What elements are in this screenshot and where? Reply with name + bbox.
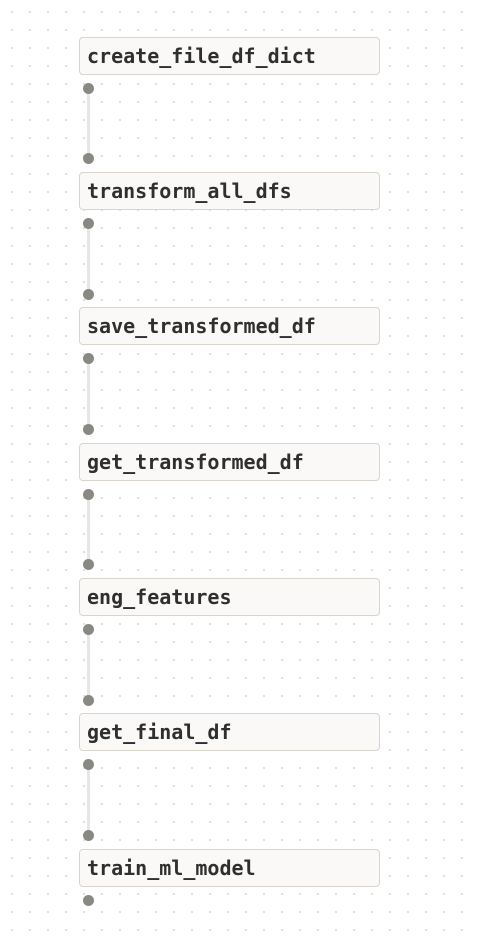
edge-get-transformed-to-eng: [87, 499, 90, 561]
input-port[interactable]: [83, 289, 94, 300]
node-label: transform_all_dfs: [87, 179, 292, 203]
edge-final-to-train: [87, 769, 90, 832]
output-port[interactable]: [83, 895, 94, 906]
edge-eng-to-final: [87, 634, 90, 696]
edge-save-to-get-transformed: [87, 363, 90, 426]
output-port[interactable]: [83, 353, 94, 364]
node-label: get_final_df: [87, 720, 232, 744]
output-port[interactable]: [83, 759, 94, 770]
node-save-transformed-df[interactable]: save_transformed_df: [79, 307, 380, 345]
edge-transform-to-save: [87, 228, 90, 290]
input-port[interactable]: [83, 153, 94, 164]
node-eng-features[interactable]: eng_features: [79, 578, 380, 616]
node-label: get_transformed_df: [87, 450, 304, 474]
input-port[interactable]: [83, 695, 94, 706]
node-get-transformed-df[interactable]: get_transformed_df: [79, 443, 380, 481]
edge-create-to-transform: [87, 93, 90, 155]
node-label: train_ml_model: [87, 856, 256, 880]
output-port[interactable]: [83, 83, 94, 94]
output-port[interactable]: [83, 218, 94, 229]
output-port[interactable]: [83, 489, 94, 500]
output-port[interactable]: [83, 624, 94, 635]
input-port[interactable]: [83, 559, 94, 570]
node-label: eng_features: [87, 585, 232, 609]
node-label: create_file_df_dict: [87, 44, 316, 68]
node-transform-all-dfs[interactable]: transform_all_dfs: [79, 172, 380, 210]
input-port[interactable]: [83, 424, 94, 435]
input-port[interactable]: [83, 830, 94, 841]
node-get-final-df[interactable]: get_final_df: [79, 713, 380, 751]
node-label: save_transformed_df: [87, 314, 316, 338]
pipeline-canvas: create_file_df_dict transform_all_dfs sa…: [0, 0, 478, 947]
node-create-file-df-dict[interactable]: create_file_df_dict: [79, 37, 380, 75]
node-train-ml-model[interactable]: train_ml_model: [79, 849, 380, 887]
